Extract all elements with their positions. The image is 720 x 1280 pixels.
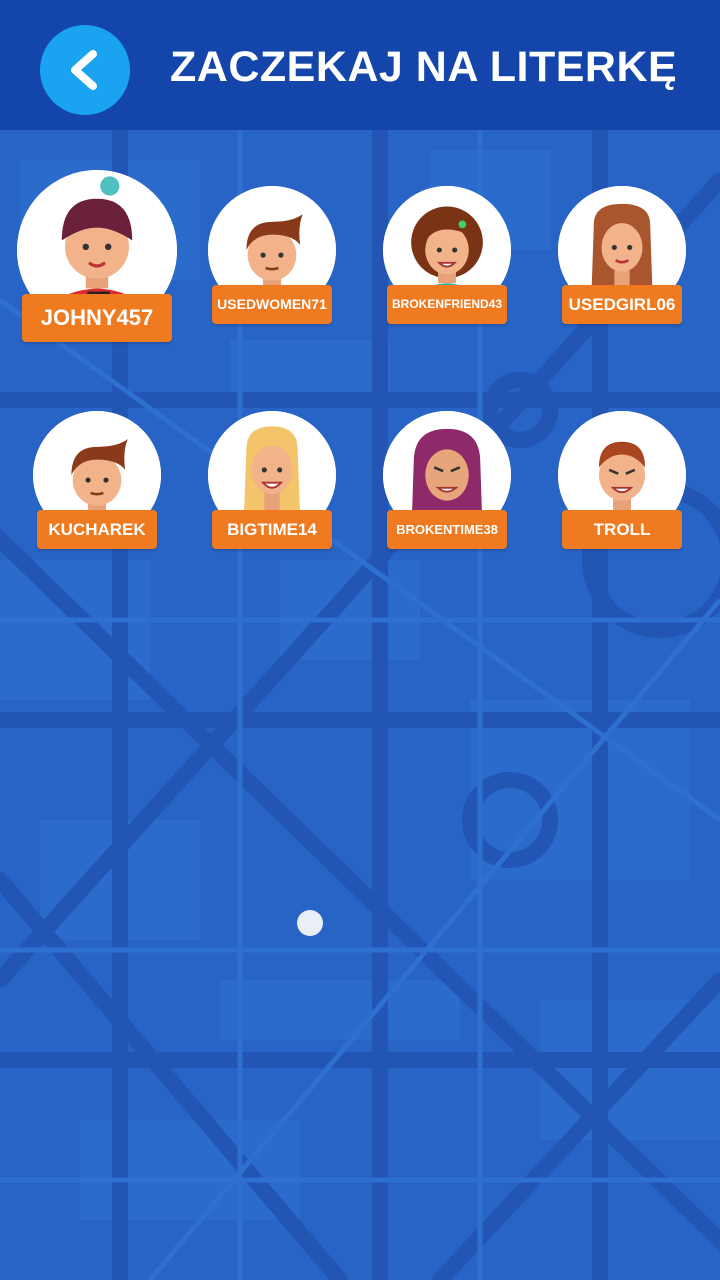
- player-name-tag: BROKENFRIEND43: [387, 285, 507, 324]
- player-name-tag: BIGTIME14: [212, 510, 332, 549]
- chevron-left-icon: [71, 50, 97, 90]
- player-name-tag: USEDWOMEN71: [212, 285, 332, 324]
- page-title: ZACZEKAJ NA LITERKĘ: [170, 43, 678, 91]
- player-name-tag: TROLL: [562, 510, 682, 549]
- player-name-tag: JOHNY457: [22, 294, 172, 342]
- player-name-tag: KUCHAREK: [37, 510, 157, 549]
- back-button[interactable]: [40, 25, 130, 115]
- player-name-tag: USEDGIRL06: [562, 285, 682, 324]
- player-name-tag: BROKENTIME38: [387, 510, 507, 549]
- loading-dot: [297, 910, 323, 936]
- top-bar: ZACZEKAJ NA LITERKĘ: [0, 0, 720, 130]
